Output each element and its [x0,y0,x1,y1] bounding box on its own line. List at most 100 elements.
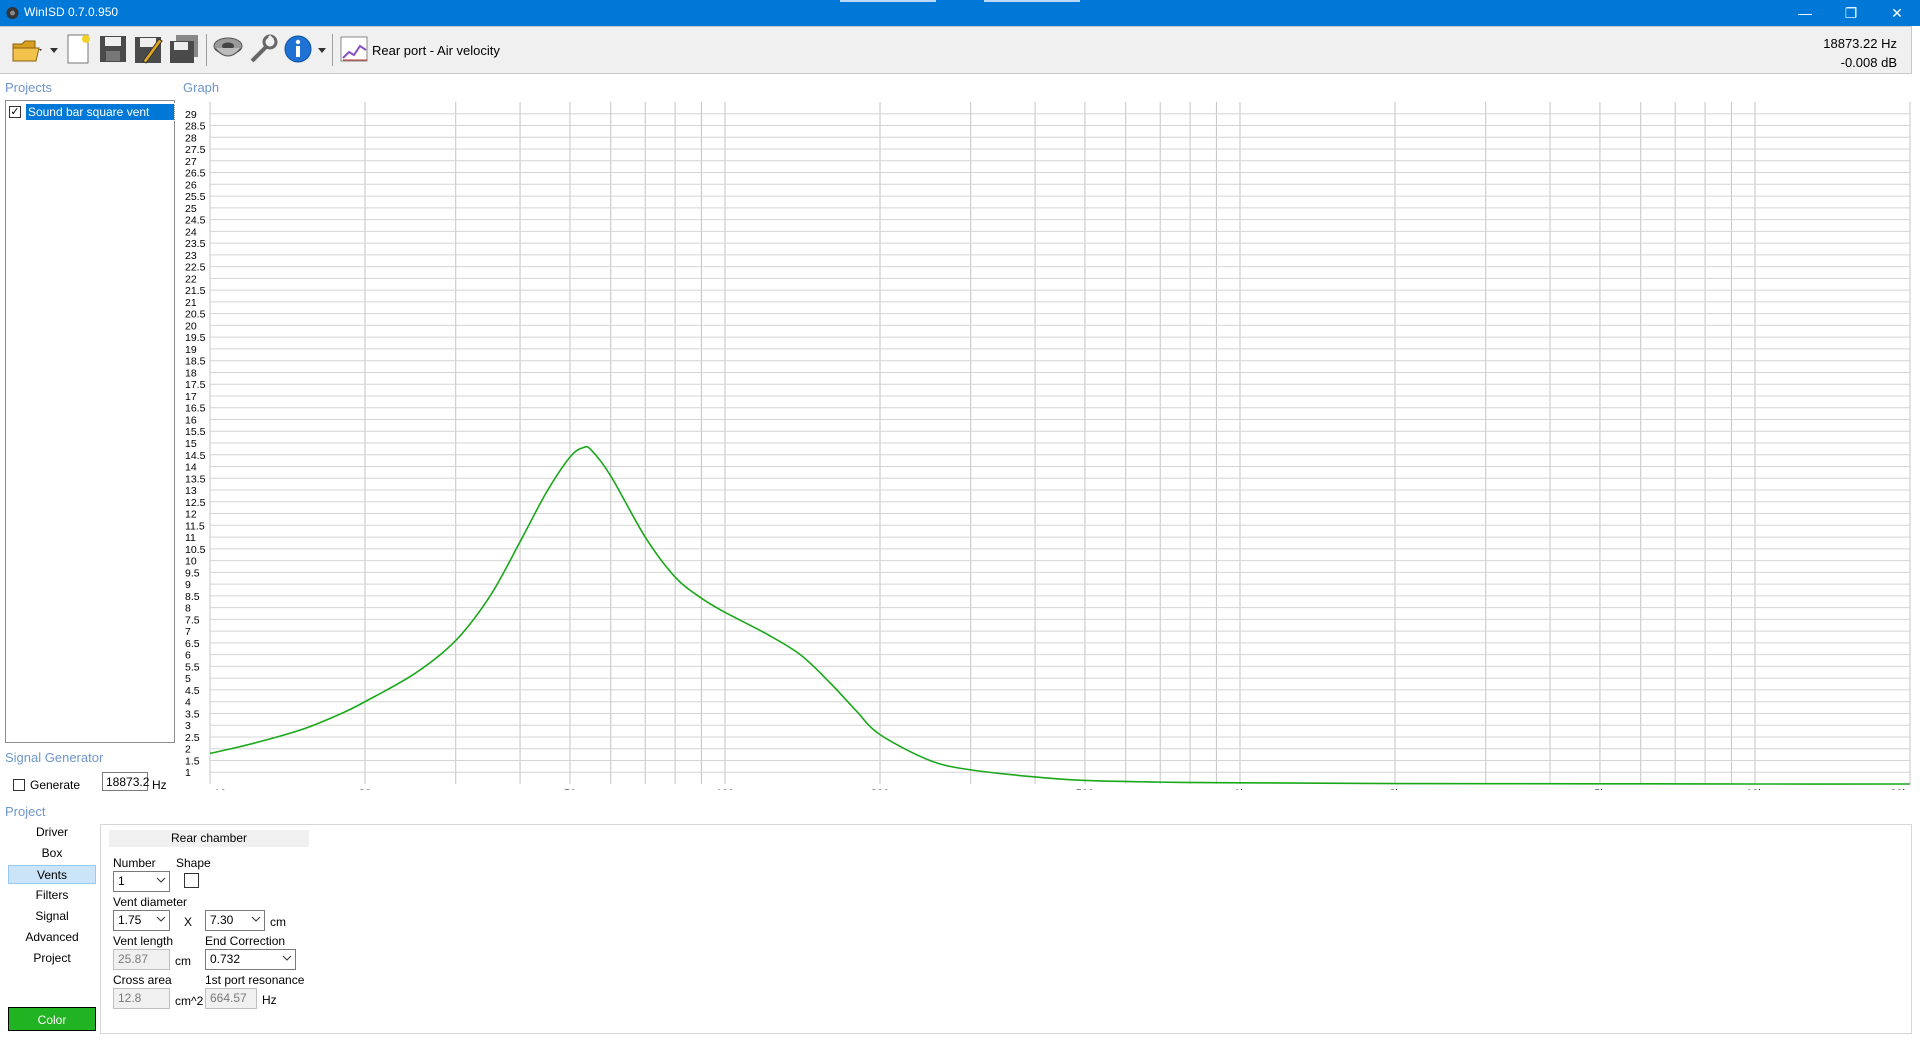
nav-vents[interactable]: Vents [8,865,96,884]
y-tick-label: 5.5 [185,661,200,673]
y-tick-label: 6.5 [185,638,200,650]
generator-frequency-input[interactable]: 18873.2 [102,772,149,791]
cross-area-field: 12.8 [113,988,170,1009]
y-tick-label: 8 [185,603,191,615]
x-tick-label: 2k [1389,788,1401,790]
info-icon[interactable] [280,31,316,67]
y-tick-label: 25 [185,203,197,215]
resonance-unit: Hz [262,993,277,1007]
y-tick-label: 4.5 [185,685,200,697]
signal-generator-section-label: Signal Generator [5,750,104,765]
length-unit: cm [175,954,191,968]
generate-checkbox[interactable] [13,779,25,791]
vents-panel: Rear chamber Number Shape 1 Vent diamete… [100,824,1912,1034]
graph-section-label: Graph [183,80,220,95]
area-unit: cm^2 [175,994,204,1008]
vent-diameter-a-select[interactable]: 1.75 [113,910,170,931]
y-tick-label: 13 [185,485,197,497]
tools-icon[interactable] [245,31,281,67]
edit-icon[interactable] [131,31,167,67]
nav-signal[interactable]: Signal [8,907,96,926]
y-tick-label: 28 [185,132,197,144]
end-correction-label: End Correction [205,934,286,948]
vent-diameter-label: Vent diameter [113,895,188,909]
nav-box[interactable]: Box [8,844,96,863]
y-tick-label: 2 [185,744,191,756]
y-tick-label: 25.5 [185,191,206,203]
number-label: Number [113,856,156,870]
readout-frequency: 18873.22 Hz [1823,36,1897,51]
vent-diameter-b-select[interactable]: 7.30 [205,910,265,931]
x-tick-label: 20 [359,788,371,790]
y-tick-label: 1 [185,767,191,779]
shape-checkbox[interactable] [184,873,199,888]
project-name[interactable]: Sound bar square vent 4oh [24,103,176,135]
y-tick-label: 11.5 [185,520,205,532]
graph-area[interactable]: 11.522.533.544.555.566.577.588.599.51010… [180,100,1912,790]
project-checkbox[interactable]: ✓ [9,106,21,118]
generate-label: Generate [30,778,81,792]
y-tick-label: 6 [185,650,191,662]
nav-project[interactable]: Project [8,949,96,968]
info-dropdown-arrow[interactable] [318,48,326,54]
dimension-x-label: X [184,915,193,929]
save-icon[interactable] [95,31,131,67]
x-tick-label: 1k [1234,788,1246,790]
y-tick-label: 1.5 [185,755,200,767]
y-tick-label: 24 [185,226,197,238]
x-tick-label: 100 [716,788,734,790]
toolbar: Rear port - Air velocity 18873.22 Hz -0.… [0,26,1912,74]
y-tick-label: 12.5 [185,497,206,509]
y-tick-label: 12 [185,509,197,521]
y-tick-label: 26 [185,179,197,191]
color-button[interactable]: Color [8,1007,96,1031]
y-tick-label: 16 [185,414,197,426]
graph-selector[interactable]: Rear port - Air velocity [372,43,500,58]
y-tick-label: 23.5 [185,238,206,250]
open-folder-icon[interactable] [10,31,46,67]
generate-row[interactable]: Generate [13,778,80,792]
minimize-button[interactable]: — [1782,0,1828,26]
y-tick-label: 23 [185,250,197,262]
open-dropdown-arrow[interactable] [50,48,58,54]
chevron-down-icon [282,955,292,961]
y-tick-label: 5 [185,673,191,685]
graph-icon[interactable] [336,31,372,67]
shape-label: Shape [176,856,211,870]
y-tick-label: 9.5 [185,567,200,579]
project-item[interactable]: ✓ Sound bar square vent 4oh [9,103,176,135]
new-document-icon[interactable] [60,31,96,67]
chevron-down-icon [156,916,166,922]
driver-icon[interactable] [210,31,246,67]
y-tick-label: 26.5 [185,168,206,180]
x-tick-label: 10k [1746,788,1764,790]
vent-length-label: Vent length [113,934,174,948]
port-resonance-field: 664.57 [205,988,257,1009]
y-tick-label: 20 [185,320,197,332]
y-tick-label: 11 [185,532,196,544]
y-tick-label: 13.5 [185,473,206,485]
project-section-label: Project [5,804,46,819]
close-button[interactable]: ✕ [1874,0,1920,26]
chevron-down-icon [156,877,166,883]
y-tick-label: 14.5 [185,450,206,462]
maximize-button[interactable]: ❐ [1828,0,1874,26]
nav-advanced[interactable]: Advanced [8,928,96,947]
cross-area-label: Cross area [113,973,172,987]
y-tick-label: 29 [185,109,197,121]
nav-driver[interactable]: Driver [8,823,96,842]
title-drag-hint [984,0,1080,2]
title-drag-hint [840,0,936,2]
end-correction-select[interactable]: 0.732 [205,949,296,970]
nav-filters[interactable]: Filters [8,886,96,905]
title-bar: WinISD 0.7.0.950 — ❐ ✕ [0,0,1920,26]
number-select[interactable]: 1 [113,871,170,892]
y-tick-label: 22.5 [185,262,206,274]
tab-rear-chamber[interactable]: Rear chamber [109,830,309,847]
y-tick-label: 17.5 [185,379,206,391]
y-tick-label: 19.5 [185,332,206,344]
toolbar-separator [332,34,333,66]
save-all-icon[interactable] [166,31,202,67]
y-tick-label: 28.5 [185,121,206,133]
y-tick-label: 17 [185,391,197,403]
